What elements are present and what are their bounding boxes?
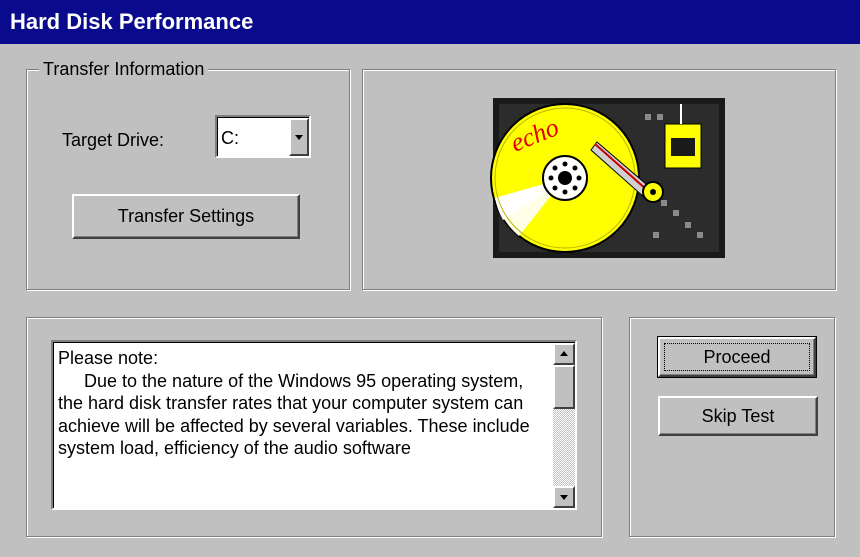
actions-panel: Proceed Skip Test (629, 317, 835, 537)
logo-panel: echo (362, 69, 836, 290)
target-drive-label: Target Drive: (62, 130, 165, 150)
target-drive-value: C: (221, 128, 239, 148)
arrow-down-icon (560, 495, 568, 500)
chevron-down-icon (295, 135, 303, 140)
hard-disk-performance-window: Hard Disk Performance Transfer Informati… (0, 0, 860, 557)
note-panel: Please note: Due to the nature of the Wi… (26, 317, 602, 537)
title-bar: Hard Disk Performance (0, 0, 860, 44)
proceed-button[interactable]: Proceed (657, 336, 817, 378)
scroll-up-button[interactable] (553, 343, 575, 365)
target-drive-select[interactable]: C: (215, 115, 311, 158)
target-drive-dropdown-button[interactable] (289, 118, 309, 156)
transfer-information-label: Transfer Information (39, 59, 209, 80)
note-body: Due to the nature of the Windows 95 oper… (58, 370, 530, 459)
skip-test-button[interactable]: Skip Test (658, 396, 818, 436)
note-scrollbar[interactable] (553, 343, 575, 508)
scroll-down-button[interactable] (553, 486, 575, 508)
transfer-information-group: Transfer Information Target Drive: C: Tr… (26, 59, 350, 290)
proceed-label: Proceed (703, 346, 771, 367)
note-textbox[interactable]: Please note: Due to the nature of the Wi… (51, 340, 577, 510)
note-textbox-frame: Please note: Due to the nature of the Wi… (53, 342, 575, 508)
arrow-up-icon (560, 351, 568, 356)
hard-disk-icon: echo (490, 98, 725, 258)
scroll-thumb[interactable] (553, 365, 575, 409)
target-drive-select-frame: C: (217, 117, 309, 156)
note-heading: Please note: (58, 348, 159, 368)
note-text: Please note: Due to the nature of the Wi… (58, 347, 544, 460)
transfer-settings-button[interactable]: Transfer Settings (72, 194, 300, 239)
